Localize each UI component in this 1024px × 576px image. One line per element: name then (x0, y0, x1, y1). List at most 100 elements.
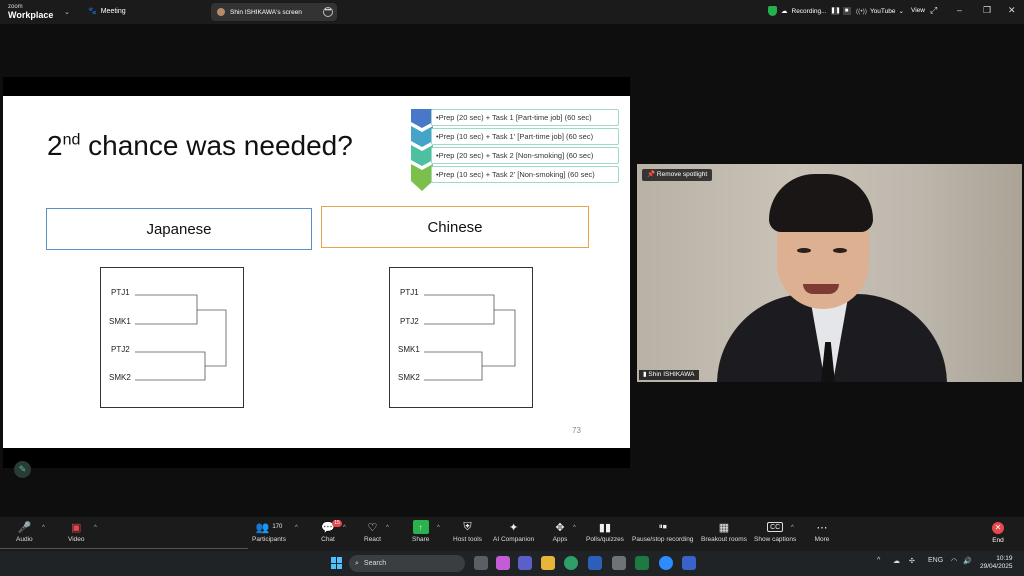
store-icon[interactable] (612, 556, 626, 570)
minimize-icon[interactable]: – (957, 5, 962, 15)
end-label: End (992, 537, 1004, 544)
tree-label: SMK1 (398, 345, 420, 354)
tree-label: PTJ2 (111, 345, 130, 354)
word-icon[interactable] (588, 556, 602, 570)
annotate-pencil-icon[interactable]: ✎ (14, 461, 31, 478)
cc-icon: CC (767, 522, 784, 532)
tree-label: SMK2 (398, 373, 420, 382)
live-icon: ((•)) (856, 7, 867, 15)
fullscreen-icon[interactable]: ⤢ (930, 5, 937, 16)
teams-icon[interactable] (518, 556, 532, 570)
video-options-caret[interactable]: ^ (94, 525, 97, 531)
zoom-taskbar-icon[interactable] (659, 556, 673, 570)
ai-companion-label: AI Companion (493, 536, 535, 543)
apps-icon: ✥ (555, 521, 565, 534)
share-caret[interactable]: ^ (437, 525, 440, 531)
bar-chart-icon: ▮▮ (598, 521, 612, 534)
avatar (217, 8, 225, 16)
react-caret[interactable]: ^ (386, 525, 389, 531)
youtube-label: YouTube (869, 7, 896, 15)
windows-start-icon[interactable] (331, 557, 343, 569)
spotlight-video-tile[interactable]: 📌 Remove spotlight ▮ Shin ISHIKAWA (637, 164, 1022, 382)
captions-caret[interactable]: ^ (791, 525, 794, 531)
participants-label: Participants (252, 536, 286, 543)
participant-name: Shin ISHIKAWA (648, 371, 695, 378)
japanese-heading: Japanese (46, 208, 312, 250)
host-tools-button[interactable]: ⛨ Host tools (453, 520, 482, 544)
volume-icon[interactable]: 🔊 (963, 557, 972, 565)
chevron-down-icon[interactable]: ⌄ (64, 8, 70, 16)
wifi-icon[interactable]: ◠ (951, 557, 957, 565)
step-2: •Prep (10 sec) + Task 1' [Part-time job]… (431, 128, 619, 145)
cloud-icon: ☁ (781, 8, 788, 15)
more-label: More (814, 536, 830, 543)
title-text: chance was needed? (80, 130, 353, 161)
pause-stop-recording-button[interactable]: ⏸⏹ Pause/stop recording (632, 520, 693, 543)
more-button[interactable]: ⋯ More (814, 520, 830, 544)
captions-label: Show captions (754, 536, 797, 543)
view-menu[interactable]: View (911, 7, 925, 14)
video-button[interactable]: ▣ Video (68, 520, 85, 544)
audio-button[interactable]: 🎤 Audio (16, 520, 33, 544)
youtube-stream[interactable]: ((•)) YouTube ⌄ (856, 7, 904, 16)
recording-status[interactable]: ☁ Recording... ❚❚ ■ (768, 6, 851, 16)
taskbar-clock[interactable]: 10:19 29/04/2025 (980, 555, 1013, 571)
step-4: •Prep (10 sec) + Task 2' [Non-smoking] (… (431, 166, 619, 183)
restore-icon[interactable]: ❐ (983, 5, 991, 16)
shield-icon: ⛨ (463, 520, 472, 533)
share-button[interactable]: ↑ Share (412, 520, 429, 543)
meeting-menu[interactable]: 🐾 Meeting (88, 7, 126, 16)
participant-hair (769, 174, 873, 232)
meeting-controls: 🎤 Audio ^ ▣ Video ^ 👥 170 Participants ^ … (0, 517, 1024, 551)
tray-app-icon[interactable]: ✣ (909, 557, 915, 565)
zoom-logo[interactable]: zoom Workplace (8, 3, 54, 20)
recording-label: Recording... (791, 7, 827, 15)
brand-bottom-text: Workplace (8, 10, 54, 20)
excel-icon[interactable] (635, 556, 649, 570)
pause-recording-icon[interactable]: ❚❚ (830, 7, 841, 15)
steps-arrow-icon (411, 109, 433, 191)
tree-label: PTJ1 (400, 288, 419, 297)
show-hidden-icons[interactable]: ^ (877, 557, 880, 564)
show-captions-button[interactable]: CC Show captions (754, 520, 796, 543)
windows-taskbar: ⌕ Search ^ ☁ ✣ ENG ◠ 🔊 10:19 29/04/2025 (0, 551, 1024, 576)
stop-recording-icon[interactable]: ■ (842, 7, 851, 15)
remove-spotlight-button[interactable]: 📌 Remove spotlight (642, 169, 713, 181)
task-view-icon[interactable] (474, 556, 488, 570)
signal-icon: ▮ (643, 371, 647, 378)
apps-caret[interactable]: ^ (573, 525, 576, 531)
taskbar-search[interactable]: ⌕ Search (349, 555, 465, 572)
shared-slide: 2nd chance was needed? •Prep (20 sec) + … (3, 96, 630, 448)
close-icon[interactable]: ✕ (1008, 5, 1016, 16)
title-superscript: nd (62, 131, 81, 149)
paw-icon: 🐾 (88, 8, 97, 15)
pause-recording-label: Pause/stop recording (632, 536, 694, 543)
copilot-icon[interactable] (496, 556, 510, 570)
apps-button[interactable]: ✥ Apps (552, 520, 568, 544)
audio-options-caret[interactable]: ^ (42, 525, 45, 531)
chevron-down-icon: ⌄ (898, 8, 904, 15)
toolbar-divider (0, 548, 248, 549)
language-indicator[interactable]: ENG (928, 557, 943, 564)
search-icon: ⌕ (355, 559, 359, 567)
app-icon[interactable] (682, 556, 696, 570)
chinese-dendrogram: PTJ1 PTJ2 SMK1 SMK2 (389, 267, 533, 408)
end-meeting-button[interactable]: ✕ End (992, 520, 1004, 544)
edge-icon[interactable] (564, 556, 578, 570)
screen-share-indicator[interactable]: Shin ISHIKAWA's screen ••• (211, 3, 337, 21)
host-tools-label: Host tools (453, 536, 482, 543)
file-explorer-icon[interactable] (541, 556, 555, 570)
more-options-icon[interactable]: ••• (323, 7, 333, 17)
chat-badge: 15 (332, 520, 342, 527)
participants-button[interactable]: 👥 170 Participants (252, 520, 286, 544)
ai-companion-button[interactable]: ✦ AI Companion (493, 520, 535, 544)
onedrive-icon[interactable]: ☁ (893, 557, 900, 565)
polls-button[interactable]: ▮▮ Polls/quizzes (586, 520, 624, 544)
participants-caret[interactable]: ^ (295, 525, 298, 531)
remove-spotlight-label: Remove spotlight (656, 171, 708, 178)
clock-time: 10:19 (996, 555, 1013, 562)
participants-count: 170 (272, 524, 283, 530)
chat-caret[interactable]: ^ (343, 525, 346, 531)
breakout-rooms-button[interactable]: ▦ Breakout rooms (701, 520, 747, 544)
react-button[interactable]: ♡ React (364, 520, 381, 544)
